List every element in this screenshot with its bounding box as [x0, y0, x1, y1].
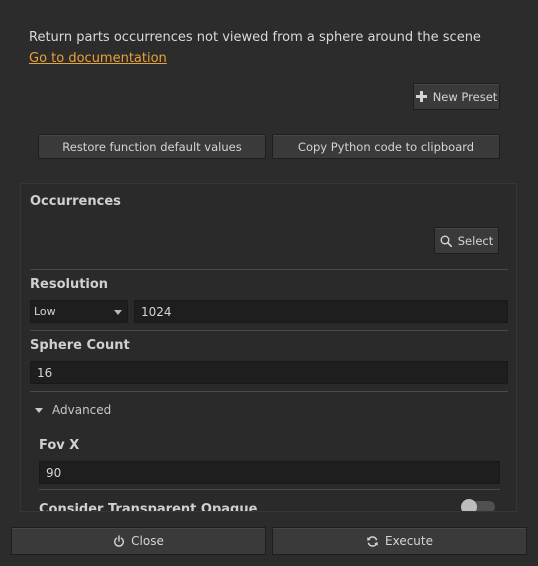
select-label: Select: [457, 233, 494, 248]
close-label: Close: [131, 534, 164, 548]
occurrences-label: Occurrences: [30, 194, 121, 209]
resolution-preset-select[interactable]: Low: [30, 300, 128, 323]
execute-button[interactable]: Execute: [272, 527, 527, 555]
chevron-down-icon: [114, 310, 122, 315]
divider: [30, 330, 508, 331]
copy-python-button[interactable]: Copy Python code to clipboard: [272, 134, 500, 159]
documentation-link[interactable]: Go to documentation: [29, 51, 167, 66]
function-description: Return parts occurrences not viewed from…: [29, 30, 481, 45]
advanced-section-toggle[interactable]: Advanced: [35, 403, 111, 417]
new-preset-label: New Preset: [432, 89, 498, 104]
sphere-count-label: Sphere Count: [30, 338, 130, 353]
sphere-count-value: 16: [37, 365, 53, 380]
resolution-value: 1024: [141, 304, 172, 319]
restore-defaults-button[interactable]: Restore function default values: [38, 134, 266, 159]
search-icon: [440, 235, 452, 247]
resolution-label: Resolution: [30, 277, 109, 292]
power-icon: [113, 535, 125, 547]
sphere-count-input[interactable]: 16: [30, 361, 508, 384]
advanced-label: Advanced: [52, 403, 112, 417]
fov-x-input[interactable]: 90: [39, 461, 500, 484]
resolution-preset-value: Low: [34, 305, 56, 318]
divider: [30, 269, 508, 270]
consider-transparent-opaque-label: Consider Transparent Opaque: [39, 502, 258, 512]
fov-x-label: Fov X: [39, 438, 80, 453]
new-preset-button[interactable]: New Preset: [413, 83, 500, 110]
divider: [39, 489, 500, 490]
fov-x-value: 90: [46, 465, 62, 480]
execute-label: Execute: [385, 534, 433, 548]
refresh-icon: [366, 535, 379, 548]
select-occurrences-button[interactable]: Select: [434, 227, 499, 254]
caret-down-icon: [35, 407, 43, 413]
plus-icon: [415, 91, 427, 102]
divider: [30, 391, 508, 392]
resolution-input[interactable]: 1024: [134, 300, 508, 323]
toggle-knob: [461, 499, 477, 511]
close-button[interactable]: Close: [11, 527, 266, 555]
consider-transparent-opaque-toggle[interactable]: [461, 499, 495, 511]
